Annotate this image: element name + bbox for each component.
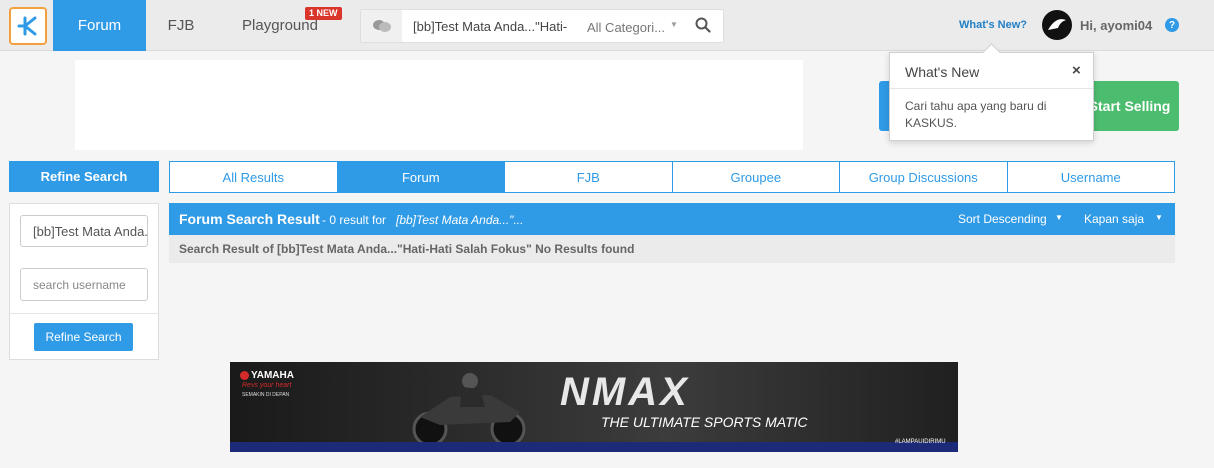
refine-search-header: Refine Search — [9, 161, 159, 192]
tab-group-discussions[interactable]: Group Discussions — [840, 162, 1008, 192]
chat-bubbles-icon[interactable] — [361, 10, 402, 42]
tab-username[interactable]: Username — [1008, 162, 1175, 192]
username-search-input[interactable]: search username — [20, 268, 148, 301]
result-count: - 0 result for — [322, 213, 387, 227]
user-greeting[interactable]: Hi, ayomi04 — [1080, 18, 1152, 33]
banner-footer-strip — [230, 442, 958, 452]
close-icon[interactable]: × — [1072, 62, 1081, 79]
refine-query-input[interactable]: [bb]Test Mata Anda..."Hati-Hati Salah Fo… — [20, 215, 148, 247]
yamaha-emblem-icon — [240, 370, 249, 380]
avatar[interactable] — [1042, 10, 1072, 40]
result-tabs: All Results Forum FJB Groupee Group Disc… — [169, 161, 1175, 193]
tab-all-results[interactable]: All Results — [170, 162, 338, 192]
chevron-down-icon: ▼ — [670, 20, 678, 29]
search-bar: [bb]Test Mata Anda..."Hati- All Categori… — [360, 9, 724, 43]
sort-dropdown[interactable]: Sort Descending — [958, 212, 1047, 226]
chevron-down-icon: ▼ — [1055, 213, 1063, 222]
top-ad-banner — [75, 60, 803, 150]
no-results-bar: Search Result of [bb]Test Mata Anda..."H… — [169, 235, 1175, 263]
brand-name: YAMAHA — [251, 370, 294, 381]
search-input[interactable]: [bb]Test Mata Anda..."Hati- — [413, 19, 573, 34]
whats-new-link[interactable]: What's New? — [959, 19, 1027, 31]
banner-tagline: THE ULTIMATE SPORTS MATIC — [601, 414, 808, 430]
yamaha-logo: YAMAHA — [240, 370, 294, 381]
result-title: Forum Search Result — [179, 211, 320, 227]
nav-fjb[interactable]: FJB — [146, 0, 216, 51]
nmax-ad-banner[interactable]: YAMAHA Revs your heart SEMAKIN DI DEPAN … — [230, 362, 958, 452]
brand-subslogan: SEMAKIN DI DEPAN — [242, 392, 290, 398]
tab-fjb[interactable]: FJB — [505, 162, 673, 192]
whats-new-popover: What's New × Cari tahu apa yang baru di … — [889, 52, 1094, 141]
time-filter-dropdown[interactable]: Kapan saja — [1084, 212, 1144, 226]
popover-divider — [890, 88, 1093, 89]
help-icon[interactable]: ? — [1165, 18, 1179, 32]
top-navbar: Forum FJB Playground 1 NEW [bb]Test Mata… — [0, 0, 1214, 51]
tab-forum[interactable]: Forum — [337, 162, 505, 192]
new-badge: 1 NEW — [305, 7, 342, 20]
nav-forum[interactable]: Forum — [53, 0, 146, 51]
category-select[interactable]: All Categori... — [587, 20, 665, 35]
tab-groupee[interactable]: Groupee — [673, 162, 840, 192]
scooter-image — [412, 373, 526, 447]
kaskus-logo-icon[interactable] — [9, 7, 47, 45]
refine-search-panel: [bb]Test Mata Anda..."Hati-Hati Salah Fo… — [9, 203, 159, 360]
popover-body: Cari tahu apa yang baru di KASKUS. — [905, 99, 1047, 130]
search-icon[interactable] — [695, 17, 715, 37]
start-selling-button[interactable]: Start Selling — [1080, 81, 1179, 131]
result-header: Forum Search Result - 0 result for [bb]T… — [169, 203, 1175, 235]
brand-slogan: Revs your heart — [242, 382, 292, 389]
popover-title: What's New — [905, 64, 980, 80]
result-query: [bb]Test Mata Anda..."... — [396, 213, 524, 227]
banner-hashtag: #LAMPAUIDIRIMU — [895, 439, 946, 445]
nmax-logo: NMAX — [560, 370, 690, 414]
chevron-down-icon: ▼ — [1155, 213, 1163, 222]
refine-search-button[interactable]: Refine Search — [34, 323, 133, 351]
divider — [10, 313, 158, 314]
no-results-text: Search Result of [bb]Test Mata Anda..."H… — [179, 242, 635, 256]
